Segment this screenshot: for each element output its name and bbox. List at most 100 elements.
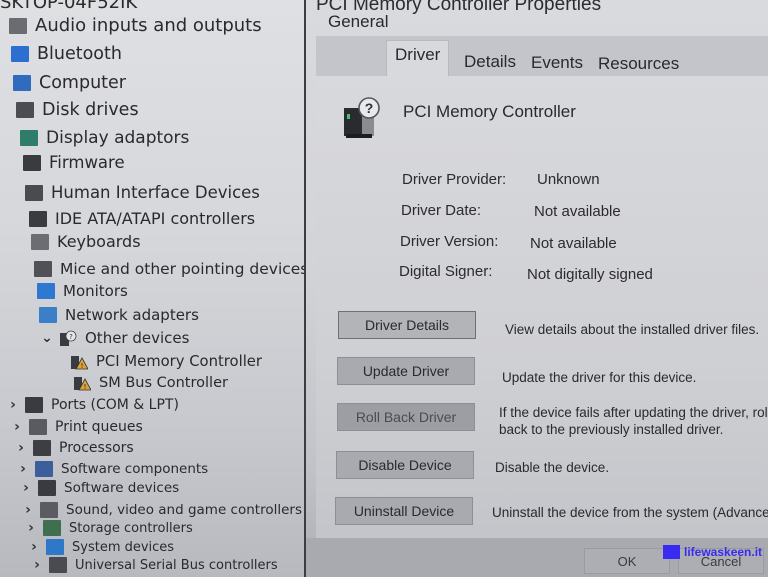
unknown-device-icon: ?: [344, 97, 380, 138]
tree-item[interactable]: › Print queues: [11, 418, 143, 435]
chevron-right-icon[interactable]: ›: [11, 419, 23, 435]
ide-controller-icon: [29, 210, 47, 227]
storage-controller-icon: [43, 520, 61, 537]
device-name: PCI Memory Controller: [403, 102, 576, 121]
warning-device-icon: !: [73, 375, 92, 391]
driver-date-label: Driver Date:: [401, 202, 482, 219]
network-adapter-icon: [39, 307, 57, 323]
disable-device-button[interactable]: Disable Device: [336, 451, 474, 479]
tree-item[interactable]: IDE ATA/ATAPI controllers: [29, 209, 255, 228]
unknown-device-icon: ?: [59, 330, 77, 346]
tree-item[interactable]: Keyboards: [31, 232, 141, 251]
chevron-right-icon[interactable]: ›: [31, 557, 43, 573]
tree-item-label: Software components: [61, 460, 209, 477]
usb-icon: [49, 557, 67, 574]
tab-general[interactable]: General: [322, 8, 394, 36]
update-driver-button[interactable]: Update Driver: [337, 357, 475, 385]
keyboard-icon: [31, 233, 49, 250]
tree-item-label: Disk drives: [42, 99, 139, 120]
tree-item[interactable]: › Universal Serial Bus controllers: [31, 557, 278, 574]
chevron-right-icon[interactable]: ›: [7, 397, 19, 413]
tree-item[interactable]: Computer: [13, 73, 126, 93]
chevron-right-icon[interactable]: ›: [25, 520, 37, 536]
tab-driver[interactable]: Driver: [386, 40, 450, 80]
tree-item-label: Bluetooth: [37, 43, 122, 64]
printer-icon: [29, 418, 47, 435]
tree-item[interactable]: Network adapters: [39, 306, 199, 324]
tab-resources[interactable]: Resources: [592, 50, 685, 78]
watermark-logo-icon: [663, 545, 680, 559]
tree-item[interactable]: Human Interface Devices: [25, 183, 260, 202]
display-adapter-icon: [20, 129, 38, 146]
tree-item[interactable]: Disk drives: [16, 100, 139, 120]
driver-details-button[interactable]: Driver Details: [338, 311, 476, 339]
software-component-icon: [35, 460, 53, 477]
ok-button[interactable]: OK: [584, 548, 670, 574]
uninstall-device-button[interactable]: Uninstall Device: [335, 497, 473, 525]
tree-item-label: Print queues: [55, 418, 143, 435]
tree-item[interactable]: › Storage controllers: [25, 520, 193, 537]
firmware-icon: [23, 154, 41, 171]
speaker-icon: [9, 17, 27, 34]
watermark: lifewaskeen.it: [663, 545, 762, 559]
tree-item-label: Sound, video and game controllers: [66, 501, 302, 518]
tree-item-label: Firmware: [49, 153, 125, 173]
driver-version-label: Driver Version:: [400, 233, 499, 250]
tree-item-label: Human Interface Devices: [51, 183, 260, 203]
tree-item-label: IDE ATA/ATAPI controllers: [55, 209, 256, 229]
tree-item-label: Storage controllers: [69, 520, 193, 536]
tree-item-label: Software devices: [64, 479, 180, 496]
driver-provider-label: Driver Provider:: [402, 171, 507, 188]
software-device-icon: [38, 479, 56, 496]
chevron-right-icon[interactable]: ›: [22, 502, 34, 518]
chevron-right-icon[interactable]: ›: [15, 440, 27, 456]
tab-details[interactable]: Details: [458, 48, 522, 76]
tree-item[interactable]: › Sound, video and game controllers: [22, 501, 302, 518]
uninstall-device-description: Uninstall the device from the system (Ad…: [492, 505, 768, 520]
tree-item-label: System devices: [72, 539, 175, 555]
tree-item[interactable]: › Software components: [17, 460, 209, 477]
tree-item[interactable]: ! PCI Memory Controller: [70, 353, 262, 370]
properties-dialog: PCI Memory Controller Properties General…: [306, 0, 768, 577]
chevron-right-icon[interactable]: ›: [17, 461, 29, 477]
tree-item-label: Monitors: [63, 282, 128, 300]
digital-signer-label: Digital Signer:: [399, 263, 493, 280]
svg-text:?: ?: [365, 100, 374, 116]
system-devices-icon: [46, 539, 64, 556]
tree-item[interactable]: › System devices: [28, 539, 175, 556]
chevron-down-icon[interactable]: ⌄: [41, 330, 53, 346]
tree-item[interactable]: Audio inputs and outputs: [9, 15, 262, 36]
tree-item[interactable]: › Software devices: [20, 479, 180, 496]
tree-item-label: Network adapters: [65, 306, 199, 324]
driver-details-description: View details about the installed driver …: [505, 322, 760, 337]
tree-item[interactable]: › Ports (COM & LPT): [7, 396, 179, 413]
svg-text:?: ?: [69, 333, 73, 341]
driver-version-value: Not available: [530, 235, 617, 252]
tree-item-label: PCI Memory Controller: [96, 353, 262, 371]
chevron-right-icon[interactable]: ›: [20, 480, 32, 496]
computer-icon: [13, 74, 31, 91]
roll-back-driver-button[interactable]: Roll Back Driver: [337, 403, 475, 431]
tab-events[interactable]: Events: [525, 49, 589, 77]
roll-back-description-line2: back to the previously installed driver.: [499, 422, 724, 437]
tree-item[interactable]: Display adaptors: [20, 128, 189, 148]
tree-item[interactable]: Mice and other pointing devices: [34, 260, 304, 278]
tree-item[interactable]: Bluetooth: [11, 44, 122, 64]
mouse-icon: [34, 260, 52, 277]
port-icon: [25, 396, 43, 413]
monitor-icon: [37, 283, 55, 299]
chevron-right-icon[interactable]: ›: [28, 539, 40, 555]
svg-text:!: !: [81, 362, 84, 370]
disable-device-description: Disable the device.: [495, 460, 610, 475]
computer-name-node[interactable]: SKTOP-04F52IK: [0, 0, 137, 13]
device-tree-pane: SKTOP-04F52IK Audio inputs and outputs Bl…: [0, 0, 306, 577]
driver-provider-value: Unknown: [537, 171, 600, 188]
tree-item[interactable]: Monitors: [37, 282, 128, 300]
tree-item[interactable]: ⌄? Other devices: [41, 329, 189, 347]
tree-item-label: Keyboards: [57, 232, 141, 252]
tree-item[interactable]: ! SM Bus Controller: [73, 375, 228, 391]
tree-item-label: Processors: [59, 439, 134, 456]
processor-icon: [33, 439, 51, 456]
tree-item[interactable]: › Processors: [15, 439, 134, 456]
tree-item[interactable]: Firmware: [23, 153, 125, 172]
